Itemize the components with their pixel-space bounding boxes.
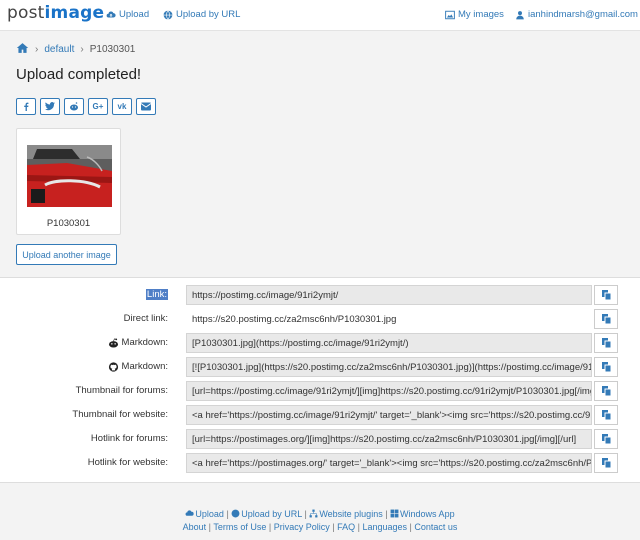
globe-icon — [231, 509, 240, 518]
email-icon — [141, 102, 151, 111]
code-field-markdown-github[interactable]: [![P1030301.jpg](https://s20.postimg.cc/… — [186, 357, 592, 377]
code-row-thumbnail-website: Thumbnail for website: <a href='https://… — [0, 405, 640, 425]
code-label: Link: — [145, 289, 168, 300]
footer-languages[interactable]: Languages — [362, 522, 407, 532]
code-field-markdown-reddit[interactable]: [P1030301.jpg](https://postimg.cc/image/… — [186, 333, 592, 353]
copy-icon — [601, 338, 611, 348]
chevron-right-icon: › — [35, 44, 39, 55]
twitter-icon — [45, 102, 55, 111]
footer-secondary-links: About | Terms of Use | Privacy Policy | … — [182, 522, 458, 532]
footer-about[interactable]: About — [183, 522, 207, 532]
footer-privacy[interactable]: Privacy Policy — [274, 522, 330, 532]
copy-icon — [601, 410, 611, 420]
copy-button[interactable] — [594, 285, 618, 305]
share-google-plus-button[interactable]: G+ — [88, 98, 108, 115]
code-label: Markdown: — [108, 337, 168, 348]
share-vk-button[interactable]: vk — [112, 98, 132, 115]
footer-terms[interactable]: Terms of Use — [213, 522, 266, 532]
nav-upload-by-url[interactable]: Upload by URL — [163, 9, 240, 20]
footer-website-plugins[interactable]: Website plugins — [309, 509, 383, 519]
code-field-direct-link[interactable]: https://s20.postimg.cc/za2msc6nh/P103030… — [186, 309, 592, 329]
code-field-thumbnail-website[interactable]: <a href='https://postimg.cc/image/91ri2y… — [186, 405, 592, 425]
postimage-logo[interactable]: postimage — [7, 3, 104, 23]
share-facebook-button[interactable] — [16, 98, 36, 115]
footer-contact[interactable]: Contact us — [414, 522, 457, 532]
home-icon[interactable] — [16, 42, 29, 57]
nav-upload[interactable]: Upload — [106, 9, 149, 20]
footer-upload-by-url[interactable]: Upload by URL — [231, 509, 302, 519]
breadcrumb-gallery[interactable]: default — [44, 44, 74, 55]
upload-another-button[interactable]: Upload another image — [16, 244, 117, 265]
copy-button[interactable] — [594, 357, 618, 377]
code-row-thumbnail-forums: Thumbnail for forums: [url=https://posti… — [0, 381, 640, 401]
code-field-thumbnail-forums[interactable]: [url=https://postimg.cc/image/91ri2ymjt/… — [186, 381, 592, 401]
code-row-markdown-reddit: Markdown: [P1030301.jpg](https://postimg… — [0, 333, 640, 353]
code-field-link[interactable]: https://postimg.cc/image/91ri2ymjt/ — [186, 285, 592, 305]
nav-account[interactable]: ianhindmarsh@gmail.com — [515, 9, 638, 20]
google-plus-icon: G+ — [92, 102, 104, 111]
copy-icon — [601, 362, 611, 372]
code-row-link: Link: https://postimg.cc/image/91ri2ymjt… — [0, 285, 640, 305]
copy-button[interactable] — [594, 453, 618, 473]
page-title: Upload completed! — [16, 66, 142, 83]
code-label: Direct link: — [123, 313, 168, 324]
vk-icon: vk — [117, 102, 127, 111]
code-field-hotlink-website[interactable]: <a href='https://postimages.org/' target… — [186, 453, 592, 473]
copy-icon — [601, 314, 611, 324]
code-label: Hotlink for website: — [87, 457, 168, 468]
footer-upload[interactable]: Upload — [185, 509, 224, 519]
code-row-markdown-github: Markdown: [![P1030301.jpg](https://s20.p… — [0, 357, 640, 377]
share-codes-section: Link: https://postimg.cc/image/91ri2ymjt… — [0, 279, 640, 480]
reddit-icon — [108, 337, 118, 348]
image-thumbnail-card[interactable]: P1030301 — [16, 128, 121, 235]
code-row-hotlink-website: Hotlink for website: <a href='https://po… — [0, 453, 640, 473]
code-label: Hotlink for forums: — [90, 433, 168, 444]
sitemap-icon — [309, 509, 318, 518]
code-row-direct-link: Direct link: https://s20.postimg.cc/za2m… — [0, 309, 640, 329]
copy-button[interactable] — [594, 381, 618, 401]
facebook-icon — [24, 102, 29, 111]
share-email-button[interactable] — [136, 98, 156, 115]
chevron-right-icon: › — [80, 44, 84, 55]
globe-icon — [163, 9, 173, 20]
code-label: Thumbnail for forums: — [75, 385, 168, 396]
footer: Upload | Upload by URL | Website plugins… — [0, 482, 640, 540]
share-twitter-button[interactable] — [40, 98, 60, 115]
footer-primary-links: Upload | Upload by URL | Website plugins… — [0, 509, 640, 519]
cloud-upload-icon — [185, 510, 195, 516]
code-row-hotlink-forums: Hotlink for forums: [url=https://postima… — [0, 429, 640, 449]
reddit-icon — [70, 102, 78, 111]
breadcrumb-current: P1030301 — [89, 44, 136, 55]
image-icon — [445, 10, 455, 19]
share-buttons: G+ vk — [16, 98, 156, 115]
user-icon — [516, 10, 524, 19]
upload-result-panel: › default › P1030301 Upload completed! G… — [0, 31, 640, 278]
nav-my-images[interactable]: My images — [445, 9, 504, 20]
copy-icon — [601, 434, 611, 444]
code-label: Thumbnail for website: — [72, 409, 168, 420]
copy-button[interactable] — [594, 429, 618, 449]
code-field-hotlink-forums[interactable]: [url=https://postimages.org/][img]https:… — [186, 429, 592, 449]
breadcrumb: › default › P1030301 — [16, 42, 135, 57]
windows-icon — [390, 509, 399, 518]
copy-icon — [601, 458, 611, 468]
share-reddit-button[interactable] — [64, 98, 84, 115]
copy-button[interactable] — [594, 309, 618, 329]
copy-icon — [601, 290, 611, 300]
top-navbar: postimage Upload Upload by URL My images… — [0, 0, 640, 31]
cloud-upload-icon — [106, 11, 116, 17]
uploaded-image-thumbnail[interactable] — [27, 145, 112, 207]
footer-faq[interactable]: FAQ — [337, 522, 355, 532]
copy-icon — [601, 386, 611, 396]
footer-windows-app[interactable]: Windows App — [390, 509, 455, 519]
copy-button[interactable] — [594, 405, 618, 425]
code-label: Markdown: — [108, 361, 168, 372]
thumbnail-caption: P1030301 — [46, 218, 91, 229]
copy-button[interactable] — [594, 333, 618, 353]
github-icon — [108, 361, 118, 372]
